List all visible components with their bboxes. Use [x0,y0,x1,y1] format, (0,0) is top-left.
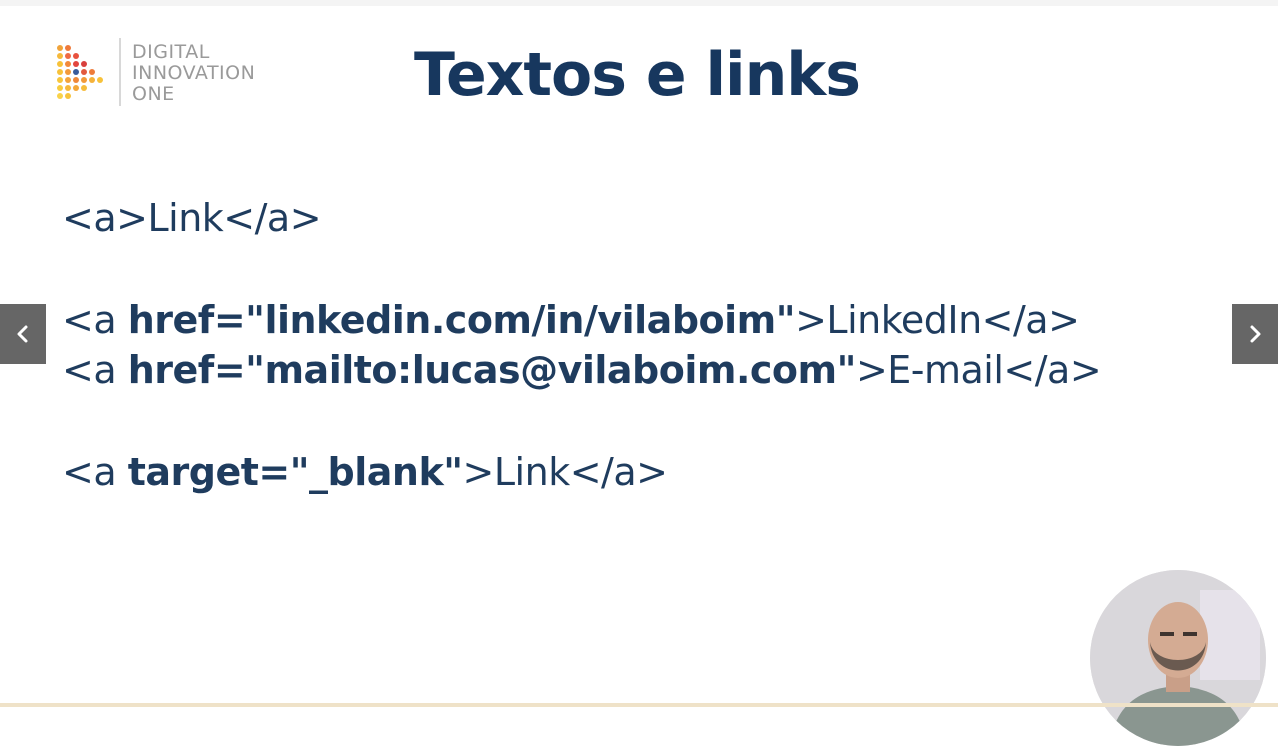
next-slide-button[interactable] [1232,304,1278,364]
code-plain: <a [62,298,128,342]
top-strip [0,0,1278,6]
brand-line-1: DIGITAL [132,41,210,63]
presenter-avatar-icon [1090,570,1266,746]
code-plain: >Link</a> [462,450,668,494]
code-plain: <a [62,450,128,494]
code-plain: <a>Link</a> [62,196,322,240]
previous-slide-button[interactable] [0,304,46,364]
brand-mark-icon [57,45,103,99]
code-plain: >LinkedIn</a> [795,298,1080,342]
code-plain: >E-mail</a> [855,348,1102,392]
code-line-target: <a target="_blank">Link</a> [62,450,668,494]
presenter-webcam [1090,570,1266,746]
code-line-linkedin: <a href="linkedin.com/in/vilaboim">Linke… [62,298,1080,342]
brand-logo: DIGITAL INNOVATION ONE [54,38,284,110]
chevron-right-icon [1250,325,1261,343]
code-plain: <a [62,348,128,392]
slide: DIGITAL INNOVATION ONE Textos e links <a… [0,0,1278,746]
code-attribute: href="mailto:lucas@vilaboim.com" [127,348,857,392]
brand-line-2: INNOVATION [132,62,256,84]
brand-name: DIGITAL INNOVATION ONE [132,42,255,105]
code-attribute: href="linkedin.com/in/vilaboim" [127,298,796,342]
code-line-email: <a href="mailto:lucas@vilaboim.com">E-ma… [62,348,1102,392]
brand-divider [119,38,121,106]
slide-title: Textos e links [414,40,861,110]
bottom-accent-line [0,703,1278,707]
code-attribute: target="_blank" [127,450,463,494]
brand-line-3: ONE [132,83,175,105]
code-line-link: <a>Link</a> [62,196,322,240]
chevron-left-icon [17,325,28,343]
